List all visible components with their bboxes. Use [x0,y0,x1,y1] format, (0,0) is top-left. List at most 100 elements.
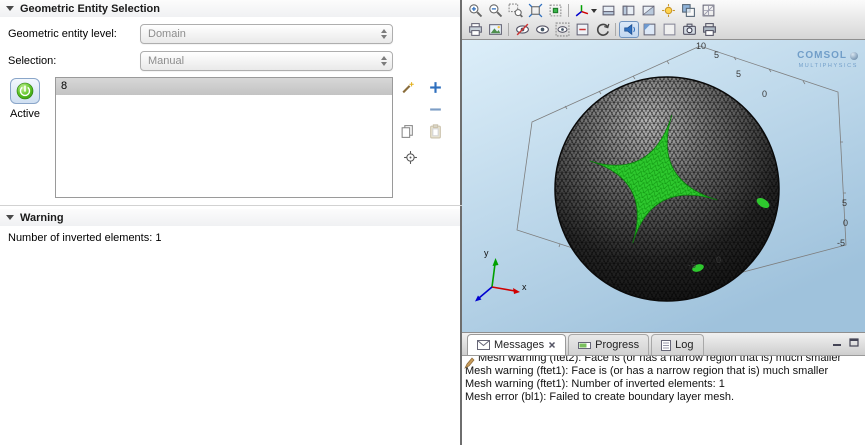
eye-icon [535,22,550,37]
log-page-icon [661,340,671,351]
zoom-box-icon [508,3,523,18]
comsol-ball-icon [850,52,858,60]
zoom-out-icon [488,3,503,18]
tab-log[interactable]: Log [651,334,703,355]
axis-tick-label: -5 [688,260,696,270]
entity-level-label: Geometric entity level: [8,28,117,40]
show-selected-button[interactable] [532,21,552,38]
tab-label: Messages [494,339,544,351]
wireframe-button[interactable] [698,2,718,19]
progress-bar-icon [578,341,591,350]
zoom-to-selection-button[interactable] [545,2,565,19]
graphics-view[interactable]: 10 5 5 0 5 0 -5 -5 0 x y COMSOL MULTIPHY… [462,40,865,332]
selection-listbox[interactable]: 8 [55,77,393,198]
power-icon [16,82,34,100]
select-box-button[interactable] [639,21,659,38]
section-header-warning[interactable]: Warning [0,209,460,226]
axis-tick-label: 10 [696,41,706,51]
zoom-in-icon [468,3,483,18]
message-line: Mesh warning (ftet1): Face is (or has a … [465,365,865,378]
copy-selection-button[interactable] [397,121,417,141]
zoom-box-button[interactable] [505,2,525,19]
toolbar-separator [615,23,616,36]
eye-slash-icon [515,22,530,37]
scene-light-icon [661,3,676,18]
xy-view-icon [601,3,616,18]
select-box-icon [642,22,657,37]
copy-icon [400,124,415,139]
crosshair-icon [403,150,418,165]
collapse-icon [6,215,14,220]
zoom-out-button[interactable] [485,2,505,19]
reset-hiding-button[interactable] [572,21,592,38]
refresh-button[interactable] [592,21,612,38]
printer-icon [468,22,483,37]
toolbar-separator [568,4,569,17]
image-snapshot-button[interactable] [485,21,505,38]
print-report-button[interactable] [699,21,719,38]
axis-tick-label: -5 [837,238,845,248]
hide-selected-button[interactable] [512,21,532,38]
close-icon[interactable] [548,341,556,349]
zoom-in-button[interactable] [465,2,485,19]
clear-messages-icon[interactable] [464,356,475,374]
remove-from-selection-button[interactable] [425,99,445,119]
minimize-view-icon[interactable] [832,338,842,347]
scene-light-button[interactable] [658,2,678,19]
printer-icon [702,22,717,37]
warning-section-title: Warning [20,212,64,224]
brand-name: COMSOL [797,51,847,61]
wireframe-icon [701,3,716,18]
tab-progress[interactable]: Progress [568,334,649,355]
toolbar-separator [508,23,509,36]
axis-tick-label: 5 [842,198,847,208]
axis-tick-label: 0 [762,89,767,99]
print-button[interactable] [465,21,485,38]
comsol-window: Geometric Entity Selection Geometric ent… [0,0,865,445]
dropdown-arrow-icon [591,9,597,13]
transparency-button[interactable] [678,2,698,19]
active-toggle-button[interactable] [10,78,40,104]
envelope-icon [477,340,490,350]
maximize-view-icon[interactable] [849,338,859,347]
go-to-yz-view-button[interactable] [618,2,638,19]
graphics-panel: 10 5 5 0 5 0 -5 -5 0 x y COMSOL MULTIPHY… [462,0,865,445]
selection-value: Manual [148,55,184,67]
paste-selection-button[interactable] [425,121,445,141]
image-icon [488,22,503,37]
y-axis-label: y [484,248,489,258]
eye-box-icon [555,22,570,37]
entity-level-select[interactable]: Domain [140,24,393,44]
go-to-zx-view-button[interactable] [638,2,658,19]
tab-label: Log [675,339,693,351]
zoom-extents-icon [528,3,543,18]
go-to-xy-view-button[interactable] [598,2,618,19]
zoom-extents-button[interactable] [525,2,545,19]
axis-tick-label: 5 [714,50,719,60]
graphics-toolbar-row-1 [465,1,862,20]
section-header-geometric-entity-selection[interactable]: Geometric Entity Selection [0,0,460,17]
section-title: Geometric Entity Selection [20,3,160,15]
selection-list-item[interactable]: 8 [56,78,392,95]
message-line: Mesh error (bl1): Failed to create bound… [465,391,865,404]
graphics-toolbar [462,0,865,40]
show-all-button[interactable] [552,21,572,38]
minus-icon [428,102,443,117]
add-to-selection-button[interactable] [425,77,445,97]
camera-icon [682,22,697,37]
deselect-box-button[interactable] [659,21,679,38]
camera-button[interactable] [679,21,699,38]
x-axis-label: x [522,282,527,292]
message-line: Mesh warning (ftet2): Face is (or has a … [465,356,865,365]
tab-messages[interactable]: Messages [467,334,566,355]
go-to-default-view-button[interactable] [572,2,598,19]
section-divider [0,205,462,206]
sound-toggle-button[interactable] [619,21,639,38]
messages-content[interactable]: Mesh warning (ftet2): Face is (or has a … [462,356,865,444]
entity-level-value: Domain [148,28,186,40]
yz-view-icon [621,3,636,18]
transparency-icon [681,3,696,18]
selection-select[interactable]: Manual [140,51,393,71]
create-selection-button[interactable] [397,77,417,97]
zoom-to-selection-button[interactable] [400,147,420,167]
